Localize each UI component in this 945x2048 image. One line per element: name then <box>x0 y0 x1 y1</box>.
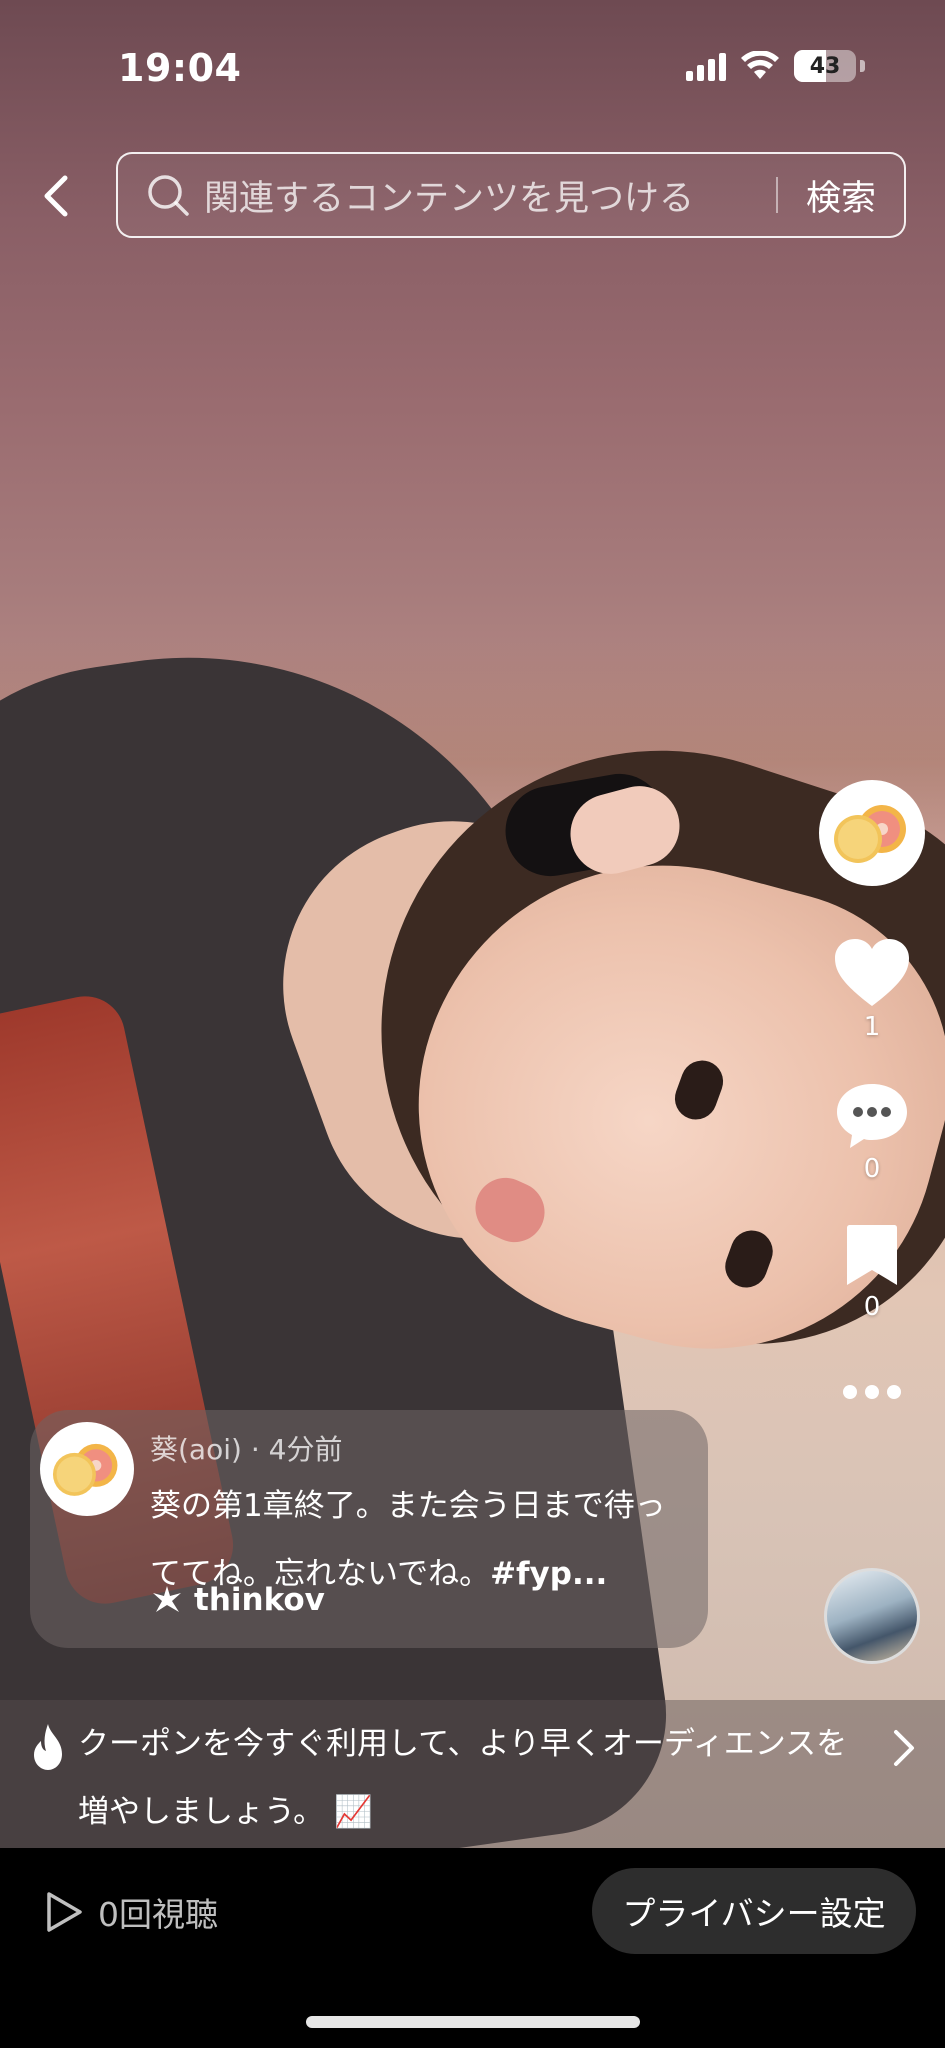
more-dots-icon <box>843 1385 901 1399</box>
view-count-label: 0回視聴 <box>98 1895 218 1934</box>
grapefruit-avatar-icon <box>52 1443 118 1496</box>
battery-tip <box>860 60 865 72</box>
search-bar[interactable]: 関連するコンテンツを見つける 検索 <box>116 152 906 238</box>
play-icon <box>47 1892 82 1932</box>
battery-level: 43 <box>809 53 841 79</box>
caption-card[interactable]: 葵(aoi) · 4分前 葵の第1章終了。また会う日まで待っててね。忘れないでね… <box>30 1410 708 1648</box>
sound-disc[interactable] <box>824 1568 920 1664</box>
bottom-bar: 0回視聴 プライバシー設定 <box>0 1848 945 2048</box>
creator-avatar[interactable] <box>819 780 925 886</box>
action-rail: 1 0 0 <box>818 780 926 1402</box>
chevron-right-icon <box>894 1730 914 1766</box>
meta-separator: · <box>241 1433 269 1466</box>
save-count: 0 <box>863 1292 881 1322</box>
post-meta: 葵(aoi) · 4分前 <box>150 1428 342 1468</box>
search-input[interactable]: 関連するコンテンツを見つける <box>204 170 776 221</box>
comment-button[interactable]: 0 <box>834 1080 910 1184</box>
status-icons: 43 <box>686 50 865 82</box>
privacy-settings-button[interactable]: プライバシー設定 <box>592 1868 916 1954</box>
sound-name: thinkov <box>194 1582 325 1618</box>
chart-emoji-icon: 📈 <box>334 1794 373 1830</box>
search-icon <box>148 175 189 216</box>
like-button[interactable]: 1 <box>833 938 911 1042</box>
bookmark-icon <box>847 1225 897 1285</box>
status-time: 19:04 <box>118 46 242 90</box>
fire-icon <box>34 1724 62 1770</box>
cellular-signal-icon <box>686 51 726 81</box>
grapefruit-avatar-icon <box>834 805 906 863</box>
more-options-button[interactable] <box>842 1382 902 1402</box>
sound-link[interactable]: thinkov <box>152 1582 325 1618</box>
search-submit-button[interactable]: 検索 <box>778 170 904 221</box>
wifi-icon <box>741 51 779 79</box>
chevron-left-icon <box>44 175 68 217</box>
comment-bubble-icon <box>837 1084 907 1148</box>
post-time: 4分前 <box>268 1433 343 1466</box>
promo-message: クーポンを今すぐ利用して、より早くオーディエンスを増やしましょう。 <box>78 1726 848 1830</box>
promo-text: クーポンを今すぐ利用して、より早くオーディエンスを増やしましょう。 📈 <box>78 1710 868 1846</box>
like-count: 1 <box>863 1012 881 1042</box>
author-avatar[interactable] <box>40 1422 134 1516</box>
hashtag-link[interactable]: #fyp... <box>490 1556 607 1592</box>
heart-icon <box>835 939 909 1006</box>
promo-banner[interactable]: クーポンを今すぐ利用して、より早くオーディエンスを増やしましょう。 📈 <box>0 1700 945 1848</box>
save-button[interactable]: 0 <box>844 1222 900 1322</box>
author-name[interactable]: 葵(aoi) <box>150 1433 242 1466</box>
sparkle-icon <box>153 1586 181 1612</box>
view-count[interactable]: 0回視聴 <box>44 1888 218 1936</box>
battery-icon: 43 <box>794 50 856 82</box>
comment-count: 0 <box>863 1154 881 1184</box>
home-indicator[interactable] <box>306 2016 640 2028</box>
back-button[interactable] <box>30 166 80 226</box>
